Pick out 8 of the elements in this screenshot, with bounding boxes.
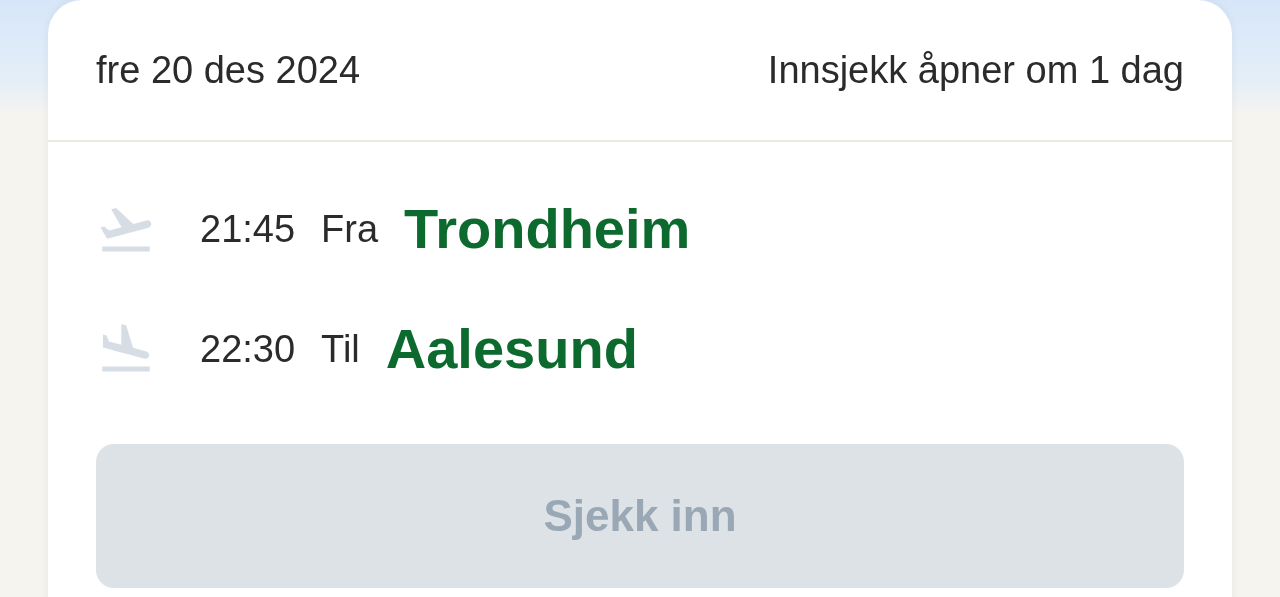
- flight-time: 22:30: [200, 326, 296, 372]
- checkin-status: Innsjekk åpner om 1 dag: [767, 47, 1184, 93]
- flight-time: 21:45: [200, 206, 296, 252]
- city-name: Aalesund: [385, 316, 638, 382]
- city-name: Trondheim: [404, 196, 691, 262]
- flight-date: fre 20 des 2024: [96, 47, 361, 93]
- direction-label: Til: [321, 326, 360, 372]
- direction-label: Fra: [321, 206, 379, 252]
